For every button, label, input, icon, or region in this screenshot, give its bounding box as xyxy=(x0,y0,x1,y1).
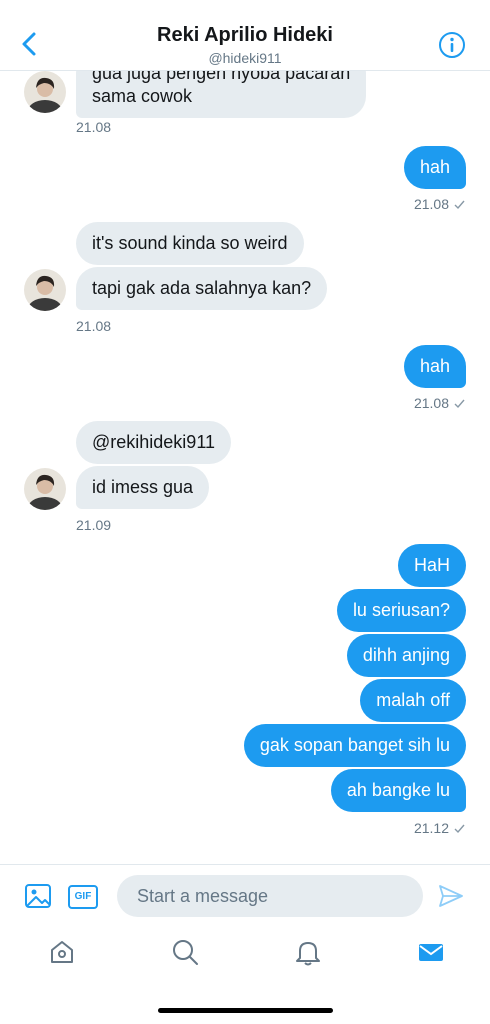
message-thread[interactable]: gua juga pengen nyoba pacaran sama cowok… xyxy=(0,71,490,864)
mail-icon[interactable] xyxy=(417,938,445,966)
outgoing-message[interactable]: malah off xyxy=(360,679,466,722)
send-icon[interactable] xyxy=(438,884,464,908)
contact-avatar[interactable] xyxy=(24,468,66,510)
info-icon[interactable] xyxy=(438,31,466,59)
contact-avatar[interactable] xyxy=(24,269,66,311)
contact-handle: @hideki911 xyxy=(208,50,282,66)
message-timestamp-row: 21.08 xyxy=(414,395,466,411)
sent-check-icon xyxy=(454,200,465,209)
outgoing-message[interactable]: hah xyxy=(403,146,466,189)
incoming-message[interactable]: tapi gak ada salahnya kan? xyxy=(76,267,328,310)
outgoing-message[interactable]: dihh anjing xyxy=(346,634,466,677)
bottom-tab-bar xyxy=(0,926,490,1024)
message-timestamp: 21.08 xyxy=(76,318,112,334)
message-timestamp: 21.08 xyxy=(413,395,449,411)
home-icon[interactable] xyxy=(48,938,76,966)
incoming-message[interactable]: gua juga pengen nyoba pacaran sama cowok xyxy=(76,71,367,118)
home-indicator xyxy=(158,1008,333,1013)
gif-icon[interactable]: GIF xyxy=(68,885,98,909)
message-timestamp: 21.09 xyxy=(76,517,112,533)
contact-avatar[interactable] xyxy=(24,71,66,113)
contact-name[interactable]: Reki Aprilio Hideki xyxy=(0,24,490,47)
incoming-message[interactable]: id imess gua xyxy=(76,466,210,509)
message-timestamp-row: 21.12 xyxy=(414,820,466,836)
image-icon[interactable] xyxy=(24,882,52,910)
outgoing-message[interactable]: lu seriusan? xyxy=(336,589,466,632)
message-timestamp: 21.08 xyxy=(413,196,449,212)
message-timestamp: 21.12 xyxy=(413,820,449,836)
outgoing-message[interactable]: hah xyxy=(403,345,466,388)
compose-bar: GIF Start a message xyxy=(0,864,490,926)
message-input[interactable]: Start a message xyxy=(117,875,423,917)
bell-icon[interactable] xyxy=(294,938,322,966)
search-icon[interactable] xyxy=(171,938,199,966)
sent-check-icon xyxy=(454,399,465,408)
outgoing-message[interactable]: ah bangke lu xyxy=(330,769,466,812)
outgoing-message[interactable]: HaH xyxy=(397,544,466,587)
message-timestamp: 21.08 xyxy=(76,119,112,135)
message-timestamp-row: 21.08 xyxy=(414,196,466,212)
sent-check-icon xyxy=(454,824,465,833)
conversation-header: Reki Aprilio Hideki @hideki911 xyxy=(0,0,490,71)
incoming-message[interactable]: it's sound kinda so weird xyxy=(76,222,304,265)
incoming-message[interactable]: @rekihideki911 xyxy=(76,421,232,464)
outgoing-message[interactable]: gak sopan banget sih lu xyxy=(243,724,466,767)
